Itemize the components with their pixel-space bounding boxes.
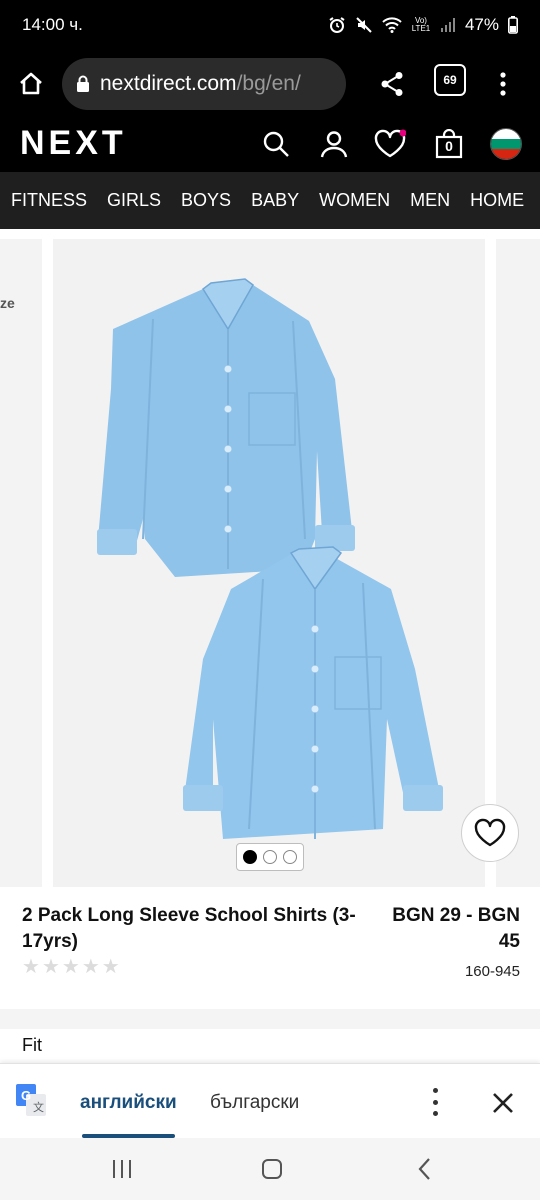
- previous-product-card[interactable]: ze: [0, 239, 42, 887]
- url-domain: nextdirect.com: [100, 72, 237, 95]
- product-image[interactable]: [53, 239, 485, 887]
- close-icon[interactable]: [490, 1090, 516, 1116]
- translate-bar: G 文 английски български: [0, 1063, 540, 1138]
- translate-menu-button[interactable]: [424, 1088, 446, 1116]
- mute-icon: [355, 16, 373, 34]
- heart-outline-icon: [474, 818, 506, 847]
- add-to-favourites-button[interactable]: [461, 804, 519, 862]
- battery-icon: [508, 16, 518, 34]
- product-code: 160-945: [464, 963, 520, 980]
- svg-text:G: G: [21, 1088, 31, 1103]
- url-path: /bg/en/: [236, 72, 301, 95]
- system-nav-bar: [0, 1138, 540, 1200]
- basket-count: 0: [445, 138, 453, 154]
- product-carousel: ze: [0, 229, 540, 889]
- google-translate-icon: G 文: [16, 1084, 46, 1116]
- image-dot[interactable]: [283, 850, 297, 864]
- browser-home-button[interactable]: [0, 50, 62, 118]
- signal-icon: [440, 17, 456, 33]
- home-nav-button[interactable]: [257, 1154, 287, 1184]
- fit-label: Fit: [22, 1035, 42, 1055]
- status-icons: Vo) LTE1 47%: [328, 15, 518, 35]
- basket-button[interactable]: 0: [431, 126, 467, 162]
- category-home[interactable]: HOME: [460, 190, 534, 211]
- fit-filter-row[interactable]: Fit: [0, 1029, 540, 1063]
- flag-red-stripe: [491, 149, 521, 159]
- star-icon: ★: [61, 956, 80, 978]
- rating-stars[interactable]: ★ ★ ★ ★ ★: [22, 957, 120, 977]
- flag-green-stripe: [491, 139, 521, 150]
- category-women[interactable]: WOMEN: [309, 190, 400, 211]
- browser-menu-button[interactable]: [488, 62, 518, 106]
- category-fitness[interactable]: FITNESS: [0, 190, 97, 211]
- country-flag-button[interactable]: [490, 128, 522, 160]
- svg-text:文: 文: [33, 1100, 44, 1114]
- recent-apps-button[interactable]: [107, 1154, 137, 1184]
- status-bar: 14:00 ч. Vo) LTE1 47%: [0, 0, 540, 50]
- search-icon: [263, 131, 289, 157]
- wifi-icon: [382, 17, 402, 33]
- back-arrow-icon: [418, 1158, 430, 1180]
- image-dot[interactable]: [243, 850, 257, 864]
- url-text: nextdirect.com/bg/en/: [100, 72, 301, 96]
- battery-percent: 47%: [464, 15, 499, 34]
- star-icon: ★: [101, 956, 120, 978]
- star-icon: ★: [41, 956, 60, 978]
- star-icon: ★: [81, 956, 100, 978]
- product-price: BGN 29 - BGN 45: [392, 905, 520, 952]
- browser-toolbar: nextdirect.com/bg/en/ 69: [0, 50, 540, 118]
- site-header: NEXT 0: [0, 118, 540, 172]
- lte-label: Vo) LTE1: [411, 16, 431, 33]
- next-product-card[interactable]: [496, 239, 540, 887]
- user-icon: [320, 131, 348, 158]
- share-icon: [381, 72, 403, 96]
- front-shirt: [183, 546, 443, 839]
- product-title[interactable]: 2 Pack Long Sleeve School Shirts (3-17yr…: [22, 903, 362, 955]
- product-info: 2 Pack Long Sleeve School Shirts (3-17yr…: [0, 889, 540, 1009]
- source-language-tab[interactable]: английски: [80, 1092, 177, 1114]
- more-vertical-icon: [500, 72, 506, 96]
- section-divider: [0, 1009, 540, 1029]
- dot: [432, 1088, 438, 1093]
- category-nav: FITNESS GIRLS BOYS BABY WOMEN MEN HOME: [0, 172, 540, 229]
- home-icon: [20, 72, 42, 95]
- dot: [432, 1099, 438, 1105]
- target-language-tab[interactable]: български: [210, 1092, 299, 1114]
- category-boys[interactable]: BOYS: [171, 190, 241, 211]
- flag-white-stripe: [491, 129, 521, 140]
- heart-icon: [374, 129, 406, 158]
- category-baby[interactable]: BABY: [241, 190, 309, 211]
- shirts-image: [97, 278, 443, 839]
- account-button[interactable]: [316, 126, 352, 162]
- previous-card-text: ze: [0, 295, 15, 311]
- dot: [432, 1111, 438, 1116]
- status-time: 14:00 ч.: [22, 15, 83, 34]
- back-button[interactable]: [410, 1154, 440, 1184]
- address-bar[interactable]: nextdirect.com/bg/en/: [62, 58, 346, 110]
- star-icon: ★: [22, 956, 40, 978]
- recent-apps-icon: [113, 1160, 131, 1178]
- image-dot[interactable]: [263, 850, 277, 864]
- category-men[interactable]: MEN: [400, 190, 460, 211]
- tabs-button[interactable]: 69: [434, 64, 466, 96]
- lock-icon: [76, 75, 90, 93]
- search-button[interactable]: [258, 126, 294, 162]
- wishlist-button[interactable]: [372, 126, 408, 162]
- next-logo[interactable]: NEXT: [20, 124, 127, 163]
- alarm-icon: [328, 16, 346, 34]
- back-shirt: [97, 278, 355, 577]
- screen: 14:00 ч. Vo) LTE1 47% nextdirect.com/bg/…: [0, 0, 540, 1200]
- home-square-icon: [262, 1159, 282, 1179]
- category-girls[interactable]: GIRLS: [97, 190, 171, 211]
- share-button[interactable]: [372, 58, 412, 110]
- image-pagination: [236, 843, 304, 871]
